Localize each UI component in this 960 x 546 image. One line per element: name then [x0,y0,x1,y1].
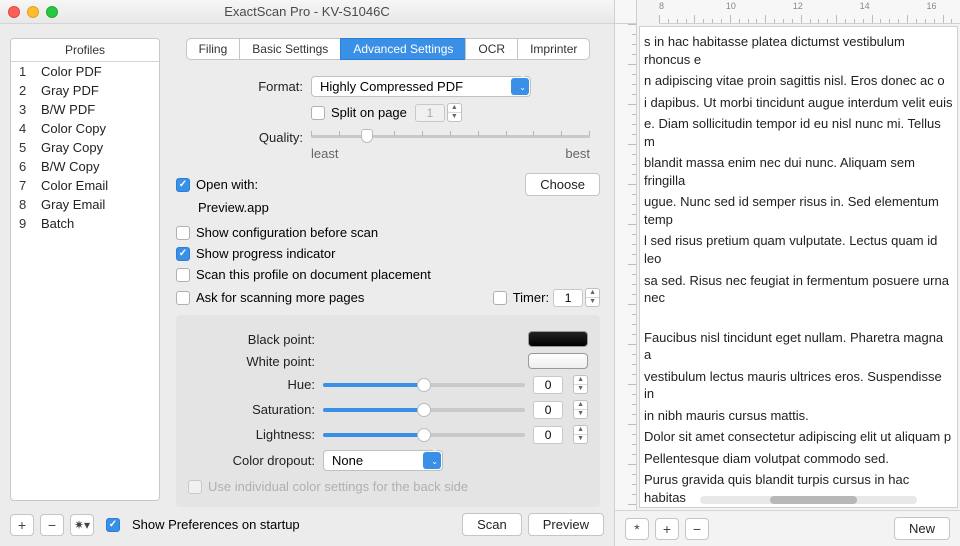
tabs: FilingBasic SettingsAdvanced SettingsOCR… [172,38,604,60]
showprefs-checkbox[interactable] [106,518,120,532]
lightness-slider[interactable] [323,428,525,442]
split-stepper[interactable]: ▲▼ [447,103,462,122]
tab-ocr[interactable]: OCR [465,38,518,60]
saturation-slider[interactable] [323,403,525,417]
profile-row[interactable]: 5Gray Copy [11,138,159,157]
profile-row[interactable]: 4Color Copy [11,119,159,138]
whitepoint-swatch[interactable] [528,353,588,369]
close-icon[interactable] [8,6,20,18]
remove-profile-button[interactable]: − [40,514,64,536]
tab-basic-settings[interactable]: Basic Settings [239,38,341,60]
quality-label: Quality: [176,128,311,145]
openwith-label: Open with: [196,177,258,192]
hue-stepper[interactable]: ▲▼ [573,375,588,394]
sat-stepper[interactable]: ▲▼ [573,400,588,419]
saturation-value[interactable] [533,401,563,419]
color-panel: Black point: White point: Hue: [176,315,600,507]
openwith-checkbox[interactable] [176,178,190,192]
minus-button[interactable]: − [685,518,709,540]
scan-button[interactable]: Scan [462,513,522,536]
profile-row[interactable]: 3B/W PDF [11,100,159,119]
profile-row[interactable]: 2Gray PDF [11,81,159,100]
hue-slider[interactable] [323,378,525,392]
format-label: Format: [176,79,311,94]
new-button[interactable]: New [894,517,950,540]
tab-advanced-settings[interactable]: Advanced Settings [340,38,466,60]
showprogress-checkbox[interactable] [176,247,190,261]
ruler-vertical [615,24,637,510]
gear-icon[interactable]: ✷▾ [70,514,94,536]
profile-row[interactable]: 8Gray Email [11,195,159,214]
timer-checkbox[interactable] [493,291,507,305]
quality-slider[interactable] [311,128,590,144]
minimize-icon[interactable] [27,6,39,18]
profile-row[interactable]: 7Color Email [11,176,159,195]
format-select[interactable]: Highly Compressed PDF [311,76,531,97]
timer-stepper[interactable]: ▲▼ [585,288,600,307]
askmore-checkbox[interactable] [176,291,190,305]
profiles-panel: Profiles 1Color PDF2Gray PDF3B/W PDF4Col… [10,38,160,501]
showconfig-checkbox[interactable] [176,226,190,240]
zoom-icon[interactable] [46,6,58,18]
lightness-value[interactable] [533,426,563,444]
light-stepper[interactable]: ▲▼ [573,425,588,444]
profile-row[interactable]: 6B/W Copy [11,157,159,176]
blackpoint-swatch[interactable] [528,331,588,347]
scanprofile-checkbox[interactable] [176,268,190,282]
split-value[interactable] [415,104,445,122]
star-button[interactable]: * [625,518,649,540]
document-preview[interactable]: s in hac habitasse platea dictumst vesti… [639,26,958,508]
app-window: ExactScan Pro - KV-S1046C Profiles 1Colo… [0,0,615,546]
choose-button[interactable]: Choose [525,173,600,196]
split-label: Split on page [331,105,407,120]
individual-checkbox [188,480,202,494]
preview-panel: 810121416 s in hac habitasse platea dict… [615,0,960,546]
preview-button[interactable]: Preview [528,513,604,536]
horizontal-scrollbar[interactable] [700,496,917,504]
tab-imprinter[interactable]: Imprinter [517,38,590,60]
bottom-bar: + − ✷▾ Show Preferences on startup Scan … [0,507,614,546]
titlebar: ExactScan Pro - KV-S1046C [0,0,614,24]
profile-row[interactable]: 1Color PDF [11,62,159,81]
window-title: ExactScan Pro - KV-S1046C [0,4,614,19]
timer-value[interactable] [553,289,583,307]
profiles-header: Profiles [11,39,159,62]
openwith-app: Preview.app [198,200,269,215]
profile-row[interactable]: 9Batch [11,214,159,233]
plus-button[interactable]: + [655,518,679,540]
split-checkbox[interactable] [311,106,325,120]
ruler-horizontal: 810121416 [659,0,960,24]
tab-filing[interactable]: Filing [186,38,241,60]
add-profile-button[interactable]: + [10,514,34,536]
hue-value[interactable] [533,376,563,394]
dropout-select[interactable]: None [323,450,443,471]
